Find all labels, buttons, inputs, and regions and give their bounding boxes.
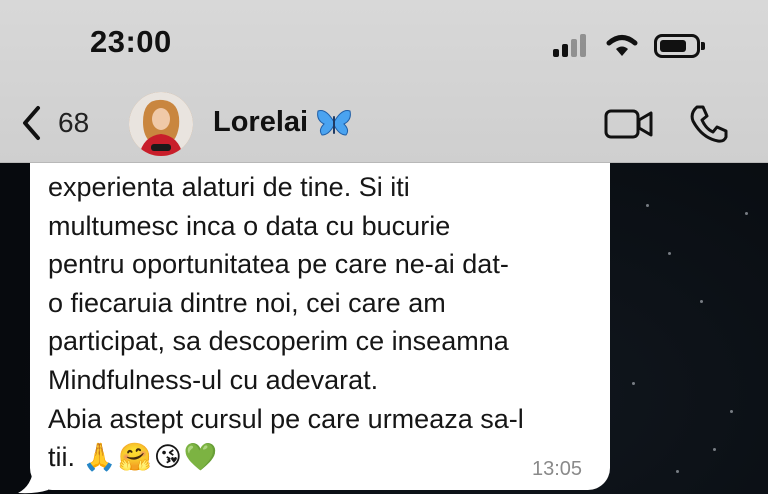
background-star xyxy=(646,204,649,207)
background-star xyxy=(668,252,671,255)
wifi-icon xyxy=(606,35,638,56)
chevron-left-icon xyxy=(23,106,40,140)
phone-call-icon[interactable] xyxy=(688,104,728,144)
message-last-line: tii. 🙏🤗😘💚 xyxy=(48,438,600,478)
background-star xyxy=(730,410,733,413)
message-text: experienta alaturi de tine. Si iti multu… xyxy=(48,168,600,478)
message-line: Mindfulness-ul cu adevarat. xyxy=(48,364,379,395)
chat-header: 23:00 68 Lorelai xyxy=(0,0,768,163)
message-line: o fiecaruia dintre noi, cei care am xyxy=(48,287,446,318)
battery-icon xyxy=(654,34,705,58)
background-star xyxy=(700,300,703,303)
contact-avatar[interactable] xyxy=(129,92,193,156)
message-timestamp: 13:05 xyxy=(532,458,583,480)
status-bar: 23:00 xyxy=(0,0,768,88)
background-star xyxy=(676,470,679,473)
chat-screen: experienta alaturi de tine. Si iti multu… xyxy=(0,0,768,494)
message-line: tii. xyxy=(48,442,75,473)
avatar-photo xyxy=(129,92,193,156)
status-time: 23:00 xyxy=(90,24,172,59)
message-line: experienta alaturi de tine. Si iti xyxy=(48,172,410,202)
message-line: participat, sa descoperim ce inseamna xyxy=(48,326,509,357)
back-button[interactable]: 68 xyxy=(20,104,89,142)
message-line: multumesc inca o data cu bucurie xyxy=(48,210,451,241)
contact-name: Lorelai xyxy=(213,106,309,138)
message-emojis: 🙏🤗😘💚 xyxy=(82,442,220,474)
video-call-icon[interactable] xyxy=(604,108,654,140)
message-line: pentru oportunitatea pe care ne-ai dat- xyxy=(48,249,509,280)
unread-count: 68 xyxy=(58,107,90,138)
background-star xyxy=(713,448,716,451)
butterfly-icon xyxy=(317,109,351,136)
background-star xyxy=(632,382,635,385)
bubble-tail xyxy=(18,466,48,494)
contact-name-group[interactable]: Lorelai xyxy=(213,106,352,139)
message-line: Abia astept cursul pe care urmeaza sa-l xyxy=(48,403,524,434)
background-star xyxy=(745,212,748,215)
cellular-signal-icon xyxy=(553,33,593,57)
conversation-nav: 68 Lorelai xyxy=(0,88,768,163)
